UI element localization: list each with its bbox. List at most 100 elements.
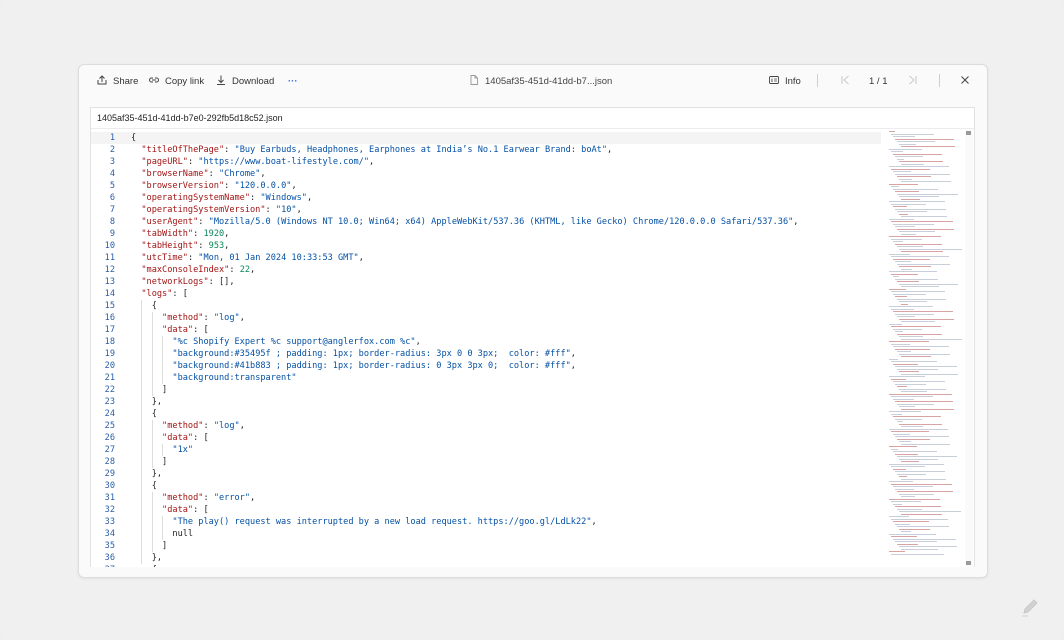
minimap-line [897, 316, 915, 317]
code-line: 26 "data": [ [91, 432, 881, 444]
minimap-line [891, 536, 917, 537]
minimap-line [899, 353, 950, 355]
minimap-line [891, 483, 952, 485]
code-line: 37 { [91, 564, 881, 567]
line-number: 1 [109, 133, 115, 143]
code-line: 6 "operatingSystemName": "Windows", [91, 192, 881, 204]
minimap-line [895, 453, 918, 455]
share-icon [96, 74, 108, 89]
scroll-up-arrow[interactable] [966, 131, 971, 135]
minimap-line [891, 186, 899, 187]
scroll-down-arrow[interactable] [966, 561, 971, 565]
indent-guide [162, 516, 164, 540]
code-line: 31 "method": "error", [91, 492, 881, 504]
file-icon [468, 74, 480, 89]
minimap-line [889, 358, 898, 360]
minimap-line [901, 198, 920, 200]
code-line: 4 "browserName": "Chrome", [91, 168, 881, 180]
line-code: { [131, 301, 157, 311]
minimap-line [901, 531, 911, 532]
minimap-line [895, 541, 937, 542]
minimap-line [889, 341, 929, 342]
minimap-line [895, 331, 903, 332]
line-number: 8 [109, 217, 115, 227]
file-title: 1405af35-451d-41dd-b7...json [468, 74, 612, 88]
minimap-line [897, 368, 938, 370]
line-number: 35 [104, 541, 115, 551]
minimap-line [893, 538, 956, 540]
minimap-line [899, 318, 954, 320]
minimap-line [897, 543, 918, 545]
minimap-line [891, 413, 902, 415]
line-number: 27 [104, 445, 115, 455]
info-button[interactable]: Info [768, 74, 801, 88]
line-number: 9 [109, 229, 115, 239]
next-page-button[interactable] [907, 74, 919, 88]
indent-guide [151, 492, 153, 552]
minimap-line [899, 196, 939, 197]
minimap-line [899, 511, 961, 512]
minimap-line [899, 493, 934, 495]
minimap-line [893, 416, 941, 417]
minimap-line [889, 481, 913, 482]
copy-link-button[interactable]: Copy link [148, 74, 204, 88]
prev-page-icon [839, 74, 851, 89]
line-number: 7 [109, 205, 115, 215]
minimap-line [895, 191, 919, 192]
indent-guide [141, 300, 143, 564]
minimap-line [899, 546, 957, 547]
minimap-line [891, 291, 945, 292]
minimap-line [899, 388, 946, 390]
share-button[interactable]: Share [96, 74, 138, 88]
minimap-line [895, 506, 941, 507]
minimap-line [899, 528, 930, 530]
minimap-line [897, 298, 946, 300]
minimap-line [889, 183, 918, 185]
code-editor[interactable]: 1{2 "titleOfThePage": "Buy Earbuds, Head… [91, 128, 974, 567]
minimap-line [893, 171, 911, 172]
close-button[interactable] [959, 74, 971, 88]
file-title-text: 1405af35-451d-41dd-b7...json [485, 75, 613, 87]
code-minimap[interactable] [889, 131, 965, 565]
line-code: "data": [ [162, 433, 209, 443]
line-code: "browserVersion": "120.0.0.0", [141, 181, 297, 191]
minimap-line [895, 138, 954, 140]
minimap-line [901, 338, 962, 340]
minimap-line [895, 173, 950, 175]
minimap-line [901, 373, 958, 375]
minimap-line [895, 436, 949, 437]
minimap-line [893, 206, 907, 207]
vertical-scrollbar[interactable] [965, 129, 973, 567]
minimap-line [891, 308, 914, 310]
line-code: "tabHeight": 953, [141, 241, 230, 251]
prev-page-button[interactable] [839, 74, 851, 88]
code-line: 29 }, [91, 468, 881, 480]
code-line: 25 "method": "log", [91, 420, 881, 432]
minimap-line [893, 521, 929, 522]
minimap-line [901, 461, 919, 462]
minimap-line [897, 158, 904, 160]
line-code: }, [131, 469, 163, 479]
line-code: "logs": [ [141, 289, 188, 299]
minimap-line [889, 551, 905, 552]
line-number: 4 [109, 169, 115, 179]
indent-guide [151, 420, 153, 468]
minimap-line [889, 201, 945, 202]
viewer-filename: 1405af35-451d-41dd-b7e0-292fb5d18c52.jso… [97, 113, 283, 123]
download-button[interactable]: Download [215, 74, 274, 88]
line-number: 23 [104, 397, 115, 407]
code-line: 14 "logs": [ [91, 288, 881, 300]
code-line: 11 "utcTime": "Mon, 01 Jan 2024 10:33:53… [91, 252, 881, 264]
minimap-line [895, 243, 942, 245]
minimap-line [899, 161, 943, 162]
minimap-line [895, 156, 923, 157]
more-options-button[interactable]: ··· [288, 74, 298, 88]
minimap-line [895, 401, 953, 402]
minimap-line [889, 376, 925, 377]
pen-icon[interactable] [1019, 596, 1041, 618]
minimap-line [895, 366, 957, 367]
minimap-line [893, 223, 934, 225]
line-code: "titleOfThePage": "Buy Earbuds, Headphon… [141, 145, 613, 155]
line-code: "method": "error", [162, 493, 256, 503]
minimap-line [891, 168, 930, 170]
